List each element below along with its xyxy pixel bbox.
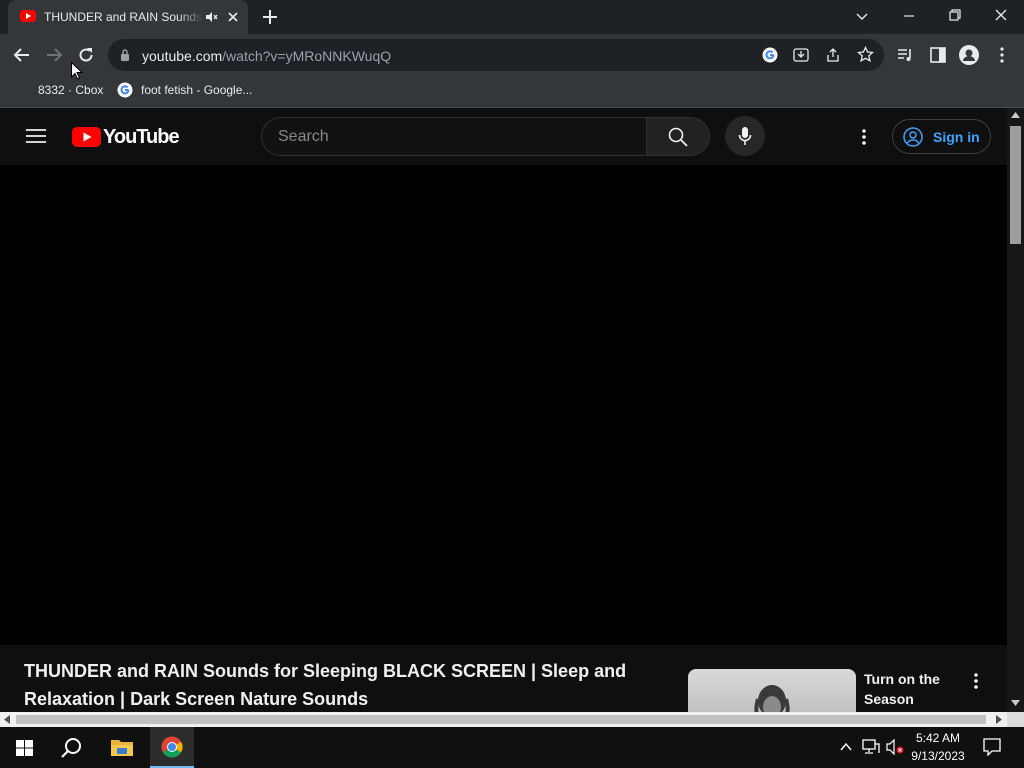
search-icon [668,127,688,147]
account-circle-icon [903,127,923,147]
horizontal-scrollbar[interactable] [0,712,1007,727]
taskbar-search-icon[interactable] [61,737,83,759]
mouse-cursor-icon [71,62,83,80]
voice-search-button[interactable] [725,116,765,156]
microphone-icon [738,126,752,146]
sign-in-button[interactable]: Sign in [892,119,991,154]
profile-avatar-icon[interactable] [959,45,979,65]
google-lens-icon[interactable] [762,47,778,63]
video-title: THUNDER and RAIN Sounds for Sleeping BLA… [24,661,627,709]
windows-start-icon[interactable] [16,740,33,756]
close-window-icon[interactable] [994,8,1008,22]
chrome-icon [161,736,183,758]
promo-more-icon[interactable] [968,672,984,690]
file-explorer-icon[interactable] [110,737,134,757]
search-placeholder: Search [278,128,329,145]
video-info: THUNDER and RAIN Sounds for Sleeping BLA… [0,645,1007,712]
browser-menu-icon[interactable] [995,46,1009,64]
scrollbar-corner [1007,712,1024,727]
youtube-logo-text: YouTube [103,126,180,148]
volume-muted-icon[interactable] [886,739,904,755]
bookmark-item[interactable]: foot fetish - Google... [141,83,252,97]
video-player[interactable] [0,165,1007,645]
promo-thumbnail[interactable] [688,669,856,712]
scroll-left-arrow-icon[interactable] [4,715,10,724]
lock-icon[interactable] [120,49,130,61]
minimize-icon[interactable] [902,9,916,23]
scroll-up-arrow-icon[interactable] [1011,112,1020,118]
restore-icon[interactable] [948,8,962,22]
back-icon[interactable] [13,46,31,64]
vertical-scrollbar[interactable] [1007,108,1024,712]
address-bar[interactable]: youtube.com/watch?v=yMRoNNKWuqQ [108,39,884,71]
bookmark-item[interactable]: 8332 · Cbox [38,83,103,97]
show-hidden-icons-chevron-icon[interactable] [840,742,852,752]
bookmark-star-icon[interactable] [857,46,874,63]
title-bar: THUNDER and RAIN Sounds for Sleeping BLA… [0,0,1024,34]
horizontal-scroll-thumb[interactable] [16,715,986,724]
media-controls-icon[interactable] [896,46,914,64]
search-input[interactable]: Search [261,117,647,156]
youtube-logo-icon [72,127,101,147]
browser-tab[interactable]: THUNDER and RAIN Sounds for Sleeping BLA… [8,0,248,34]
tab-close-icon[interactable] [226,10,240,24]
notification-center-icon[interactable] [983,738,1001,756]
tab-audio-muted-icon[interactable] [204,10,218,24]
sign-in-label: Sign in [933,129,980,145]
tab-search-chevron-icon[interactable] [855,9,869,23]
share-icon[interactable] [825,47,841,63]
search-button[interactable] [646,117,710,156]
youtube-favicon-icon [20,10,36,22]
network-icon[interactable] [862,739,880,755]
settings-more-icon[interactable] [856,128,872,146]
clock-time[interactable]: 5:42 AM [908,731,968,745]
scroll-down-arrow-icon[interactable] [1011,700,1020,706]
forward-icon[interactable] [45,46,63,64]
taskbar-chrome-button[interactable] [150,727,194,768]
install-app-icon[interactable] [793,47,809,63]
google-favicon-icon [117,82,133,98]
hamburger-menu-icon[interactable] [26,128,46,144]
side-panel-icon[interactable] [929,46,947,64]
promo-title[interactable]: Turn on the Season [864,669,964,709]
scroll-right-arrow-icon[interactable] [996,715,1002,724]
new-tab-icon[interactable] [261,8,279,26]
bookmarks-bar: 8332 · Cbox foot fetish - Google... [0,76,1024,108]
clock-date[interactable]: 9/13/2023 [908,749,968,763]
vertical-scroll-thumb[interactable] [1010,126,1021,244]
windows-taskbar: 5:42 AM 9/13/2023 [0,727,1024,768]
url-text[interactable]: youtube.com/watch?v=yMRoNNKWuqQ [142,48,391,64]
